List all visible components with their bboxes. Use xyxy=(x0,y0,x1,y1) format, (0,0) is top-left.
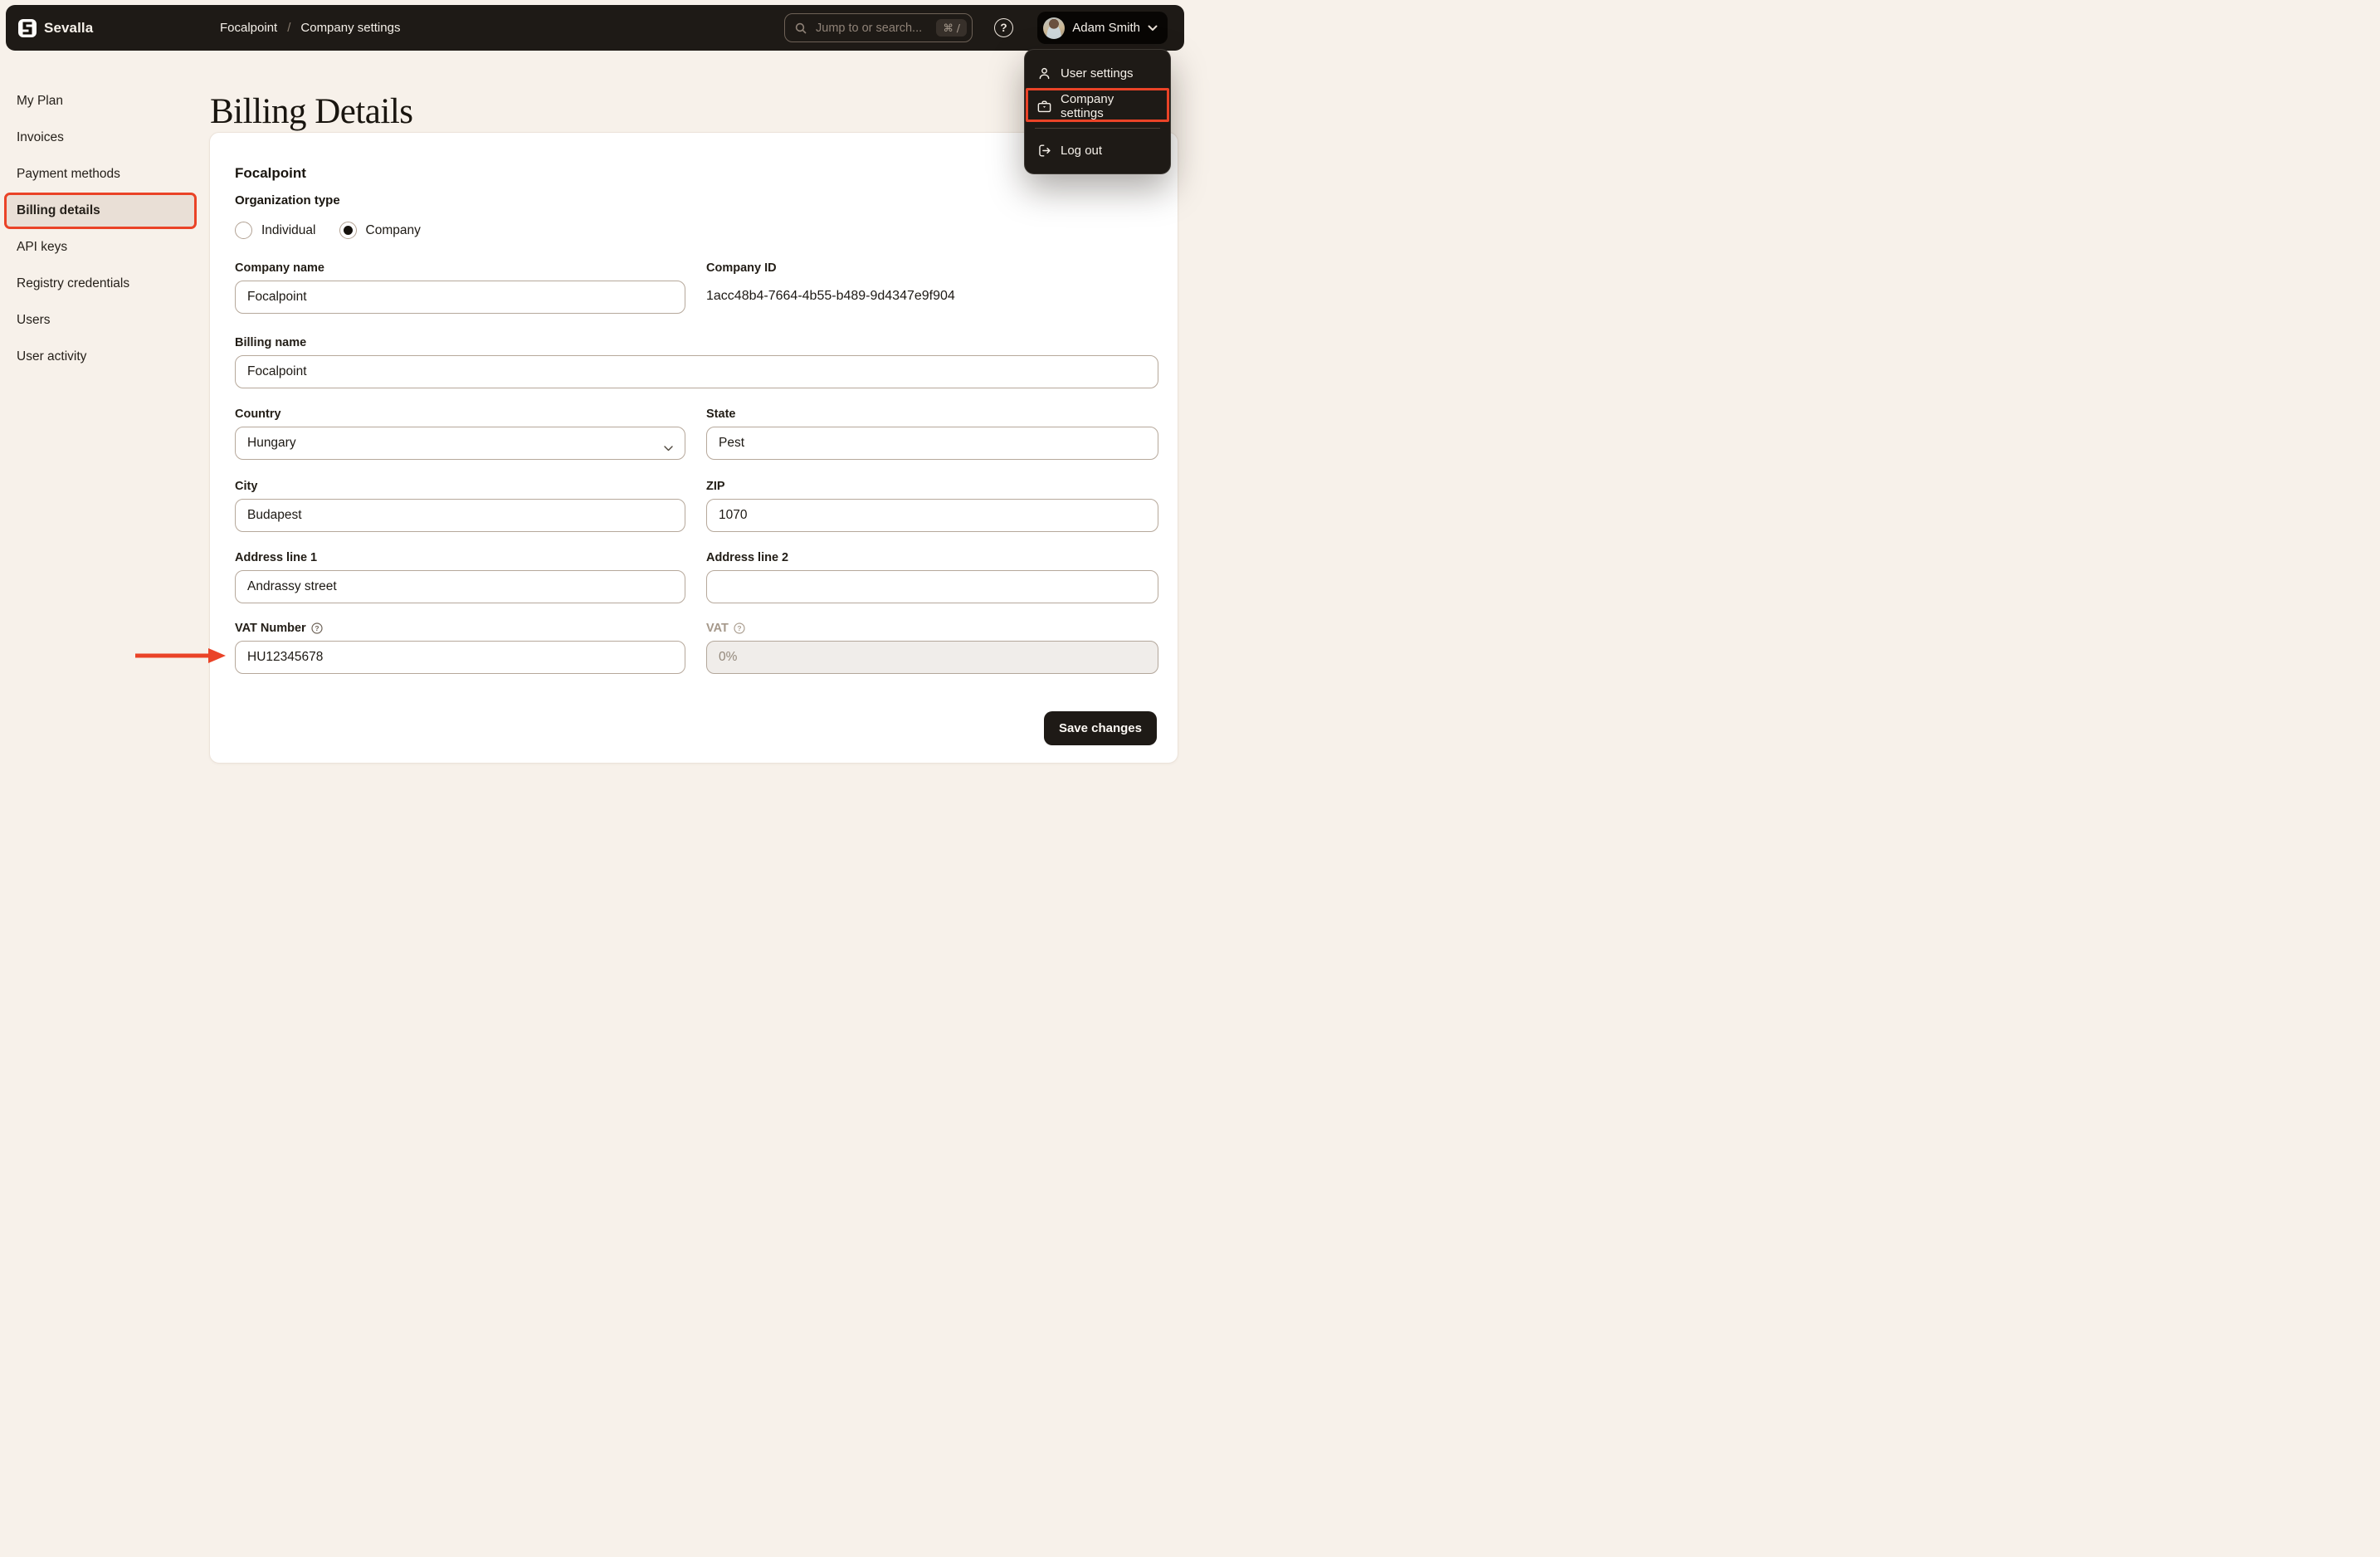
address2-field-group: Address line 2 xyxy=(706,550,1158,603)
billing-details-page: { "colors": { "annotation_red": "#ea4327… xyxy=(0,0,1190,778)
menu-item-company-settings[interactable]: Company settings xyxy=(1025,90,1170,123)
sidebar-item-user-activity[interactable]: User activity xyxy=(0,339,209,375)
country-select[interactable]: Hungary xyxy=(235,427,685,460)
sidebar-item-invoices[interactable]: Invoices xyxy=(0,120,209,156)
vat-number-input[interactable] xyxy=(235,641,685,674)
zip-input[interactable] xyxy=(706,499,1158,532)
company-name-input[interactable] xyxy=(235,281,685,314)
zip-label: ZIP xyxy=(706,479,725,493)
state-label: State xyxy=(706,407,736,421)
help-icon[interactable]: ? xyxy=(994,18,1013,37)
company-heading: Focalpoint xyxy=(235,165,306,182)
state-field-group: State xyxy=(706,407,1158,460)
menu-item-label: Company settings xyxy=(1061,92,1114,120)
address1-input[interactable] xyxy=(235,570,685,603)
radio-label: Individual xyxy=(261,222,316,237)
country-value: Hungary xyxy=(247,436,296,450)
topbar: Sevalla Focalpoint / Company settings ⌘ … xyxy=(6,5,1184,51)
help-circle-icon[interactable]: ? xyxy=(311,622,323,634)
zip-field-group: ZIP xyxy=(706,479,1158,532)
menu-item-user-settings[interactable]: User settings xyxy=(1025,56,1170,90)
address1-field-group: Address line 1 xyxy=(235,550,685,603)
address1-label: Address line 1 xyxy=(235,550,318,564)
logout-icon xyxy=(1036,143,1052,159)
user-menu-button[interactable]: Adam Smith xyxy=(1037,12,1168,44)
global-search[interactable]: ⌘ / xyxy=(784,13,973,42)
organization-type-label: Organization type xyxy=(235,193,340,207)
sidebar-item-billing-details[interactable]: Billing details xyxy=(0,193,209,229)
menu-divider xyxy=(1035,128,1160,129)
address2-label: Address line 2 xyxy=(706,550,789,564)
company-id-group: Company ID 1acc48b4-7664-4b55-b489-9d434… xyxy=(706,261,1158,304)
breadcrumb-separator: / xyxy=(287,21,291,35)
sidebar-item-label: Registry credentials xyxy=(17,276,130,290)
sidebar-item-label: My Plan xyxy=(17,94,63,108)
chevron-down-icon xyxy=(664,441,673,456)
sidebar-item-my-plan[interactable]: My Plan xyxy=(0,83,209,120)
company-id-value: 1acc48b4-7664-4b55-b489-9d4347e9f904 xyxy=(706,289,955,303)
sidebar-item-label: User activity xyxy=(17,349,87,364)
menu-item-label: User settings xyxy=(1061,66,1134,81)
vat-field-group: VAT ? 0% xyxy=(706,621,1158,674)
save-changes-button[interactable]: Save changes xyxy=(1043,711,1157,745)
svg-text:?: ? xyxy=(737,624,741,632)
sevalla-logo-icon xyxy=(18,18,37,37)
company-name-field-group: Company name xyxy=(235,261,685,314)
vat-number-field-group: VAT Number ? xyxy=(235,621,685,674)
sidebar-item-payment-methods[interactable]: Payment methods xyxy=(0,156,209,193)
menu-item-label: Log out xyxy=(1061,143,1103,158)
sidebar-item-label: Payment methods xyxy=(17,167,120,181)
brand: Sevalla xyxy=(18,5,93,51)
sidebar: My Plan Invoices Payment methods Billing… xyxy=(0,51,209,375)
state-input[interactable] xyxy=(706,427,1158,460)
briefcase-icon xyxy=(1036,99,1052,115)
sidebar-item-label: API keys xyxy=(17,240,68,254)
country-field-group: Country Hungary xyxy=(235,407,685,460)
company-id-label: Company ID xyxy=(706,261,777,275)
vat-rate-input: 0% xyxy=(706,641,1158,674)
billing-name-field-group: Billing name xyxy=(235,335,1158,388)
radio-circle-icon xyxy=(235,222,252,239)
search-icon xyxy=(794,22,807,35)
search-shortcut-badge: ⌘ / xyxy=(936,19,967,37)
svg-text:?: ? xyxy=(315,624,319,632)
city-field-group: City xyxy=(235,479,685,532)
breadcrumb-page[interactable]: Company settings xyxy=(300,21,400,35)
sidebar-item-api-keys[interactable]: API keys xyxy=(0,229,209,266)
user-name: Adam Smith xyxy=(1072,21,1140,35)
chevron-down-icon xyxy=(1148,21,1158,36)
radio-label: Company xyxy=(365,222,421,237)
sidebar-item-label: Users xyxy=(17,313,51,327)
vat-number-label: VAT Number xyxy=(235,621,306,635)
billing-name-input[interactable] xyxy=(235,355,1158,388)
billing-name-label: Billing name xyxy=(235,335,307,349)
city-label: City xyxy=(235,479,258,493)
radio-circle-icon xyxy=(339,222,357,239)
breadcrumb-project[interactable]: Focalpoint xyxy=(220,21,277,35)
menu-item-log-out[interactable]: Log out xyxy=(1025,134,1170,167)
vat-label: VAT xyxy=(706,621,729,635)
search-input[interactable] xyxy=(814,20,930,36)
brand-name: Sevalla xyxy=(44,19,94,36)
address2-input[interactable] xyxy=(706,570,1158,603)
company-name-label: Company name xyxy=(235,261,324,275)
user-dropdown-menu: User settings Company settings Log out xyxy=(1024,49,1171,174)
user-icon xyxy=(1036,66,1052,81)
vat-rate-value: 0% xyxy=(719,650,738,664)
billing-details-card: Focalpoint Organization type Individual … xyxy=(209,132,1178,764)
page-title: Billing Details xyxy=(210,91,413,131)
breadcrumb: Focalpoint / Company settings xyxy=(220,5,400,51)
sidebar-item-users[interactable]: Users xyxy=(0,302,209,339)
sidebar-item-label: Invoices xyxy=(17,130,64,144)
radio-individual[interactable]: Individual xyxy=(235,222,316,239)
help-circle-icon[interactable]: ? xyxy=(734,622,745,634)
sidebar-item-label: Billing details xyxy=(17,203,100,217)
city-input[interactable] xyxy=(235,499,685,532)
radio-company[interactable]: Company xyxy=(339,222,421,239)
country-label: Country xyxy=(235,407,281,421)
sidebar-item-registry-credentials[interactable]: Registry credentials xyxy=(0,266,209,302)
organization-type-radios: Individual Company xyxy=(235,222,421,239)
avatar xyxy=(1043,17,1066,39)
